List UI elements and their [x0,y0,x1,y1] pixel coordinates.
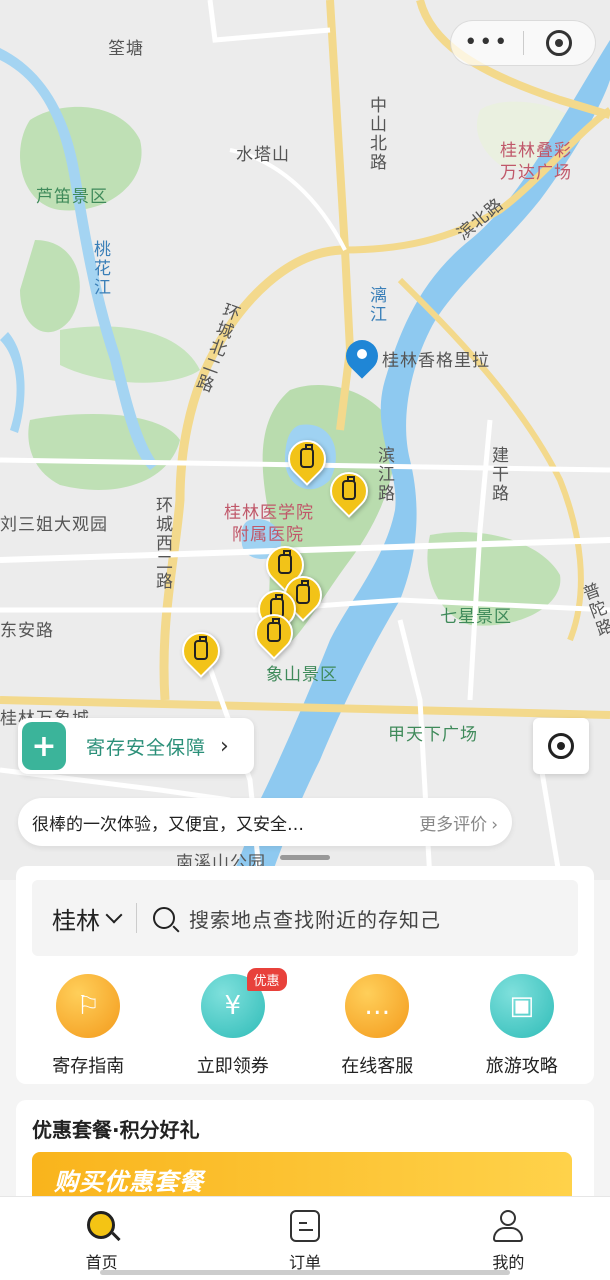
promo-banner-text: 购买优惠套餐 [54,1168,204,1196]
map-label-wanda-2: 万达广场 [500,163,572,183]
feature-travel-guide[interactable]: ▣ 旅游攻略 [450,974,595,1078]
feature-label: 寄存指南 [52,1056,125,1077]
home-indicator [100,1270,510,1275]
promo-section: 优惠套餐·积分好礼 购买优惠套餐 [16,1100,594,1196]
map-label-lijiang: 漓江 [366,286,386,324]
map-label-quantang: 筌塘 [108,39,144,59]
feature-grid: ⚐ 寄存指南 ¥ 优惠 立即领券 … 在线客服 ▣ 旅游攻略 [16,968,595,1078]
guidebook-icon: ▣ [489,974,554,1038]
chat-bubble-icon: … [345,974,410,1038]
signpost-icon: ⚐ [56,974,121,1038]
map-label-hospital-2: 附属医院 [232,525,304,545]
tab-home[interactable]: 首页 [0,1197,203,1280]
map-label-taohuajiang: 桃花江 [90,240,110,297]
feature-online-service[interactable]: … 在线客服 [305,974,450,1078]
safety-label: 寄存安全保障 [86,736,207,759]
search-bar[interactable]: 桂林 搜索地点查找附近的存知己 [32,880,578,956]
feature-label: 旅游攻略 [485,1056,558,1077]
home-search-icon [85,1209,121,1243]
search-divider [136,903,137,933]
safety-guarantee-button[interactable]: + 寄存安全保障 › [18,718,254,774]
shield-plus-icon: + [22,722,66,770]
review-strip[interactable]: 很棒的一次体验，又便宜，又安全… 更多评价 › [18,798,512,846]
feature-storage-guide[interactable]: ⚐ 寄存指南 [16,974,161,1078]
map-label-zhongshan-road: 中山北路 [366,96,386,172]
map-label-sanjie: 刘三姐大观园 [0,515,108,535]
review-quote: 很棒的一次体验，又便宜，又安全… [32,814,304,835]
map-label-ludi: 芦笛景区 [36,187,108,207]
chevron-right-icon: › [220,733,229,759]
luggage-locker-pin-icon[interactable] [174,624,228,680]
luggage-locker-pin-icon[interactable] [247,606,301,662]
locate-crosshair-icon [548,733,574,759]
sheet-drag-handle[interactable] [280,855,330,860]
order-doc-icon [288,1209,322,1243]
search-panel: 桂林 搜索地点查找附近的存知己 ⚐ 寄存指南 ¥ 优惠 立即领券 … 在线客服 … [16,866,594,1084]
more-reviews-label: 更多评价 [419,814,488,835]
map-label-shuitashan: 水塔山 [236,145,290,165]
luggage-locker-pin-icon[interactable] [280,432,334,488]
map-label-shangrila: 桂林香格里拉 [382,351,490,371]
map-label-qixing: 七星景区 [440,607,512,627]
promo-title: 优惠套餐·积分好礼 [32,1118,200,1142]
tab-mine[interactable]: 我的 [407,1197,610,1280]
discount-badge: 优惠 [246,968,287,991]
promo-banner[interactable]: 购买优惠套餐 [32,1152,572,1196]
locate-button[interactable] [533,718,589,774]
feature-get-coupon[interactable]: ¥ 优惠 立即领券 [161,968,306,1078]
search-input[interactable]: 搜索地点查找附近的存知己 [189,904,441,933]
map-label-binjiang-road: 滨江路 [374,446,394,503]
more-dots-icon[interactable]: ••• [451,28,523,58]
bottom-tab-bar: 首页 订单 我的 [0,1196,610,1280]
feature-label: 在线客服 [341,1056,414,1077]
location-pin-icon [339,333,385,384]
chevron-down-icon[interactable] [105,906,123,924]
user-icon [491,1209,525,1243]
feature-label: 立即领券 [196,1056,269,1077]
more-reviews-link[interactable]: 更多评价 › [419,810,498,835]
map-label-xiangshan: 象山景区 [266,665,338,685]
tab-orders[interactable]: 订单 [203,1197,406,1280]
miniprogram-capsule: ••• [450,20,596,66]
city-selector[interactable]: 桂林 [52,901,100,936]
chevron-right-icon: › [491,814,498,835]
search-icon [153,907,175,929]
map-label-huancheng-west: 环城西二路 [152,496,172,591]
close-target-icon[interactable] [524,30,596,56]
map-label-dongan-road: 东安路 [0,621,54,641]
map-label-jiangan-road: 建干路 [488,446,508,503]
luggage-locker-pin-icon[interactable] [322,464,376,520]
map-label-tianxia: 甲天下广场 [388,725,478,745]
